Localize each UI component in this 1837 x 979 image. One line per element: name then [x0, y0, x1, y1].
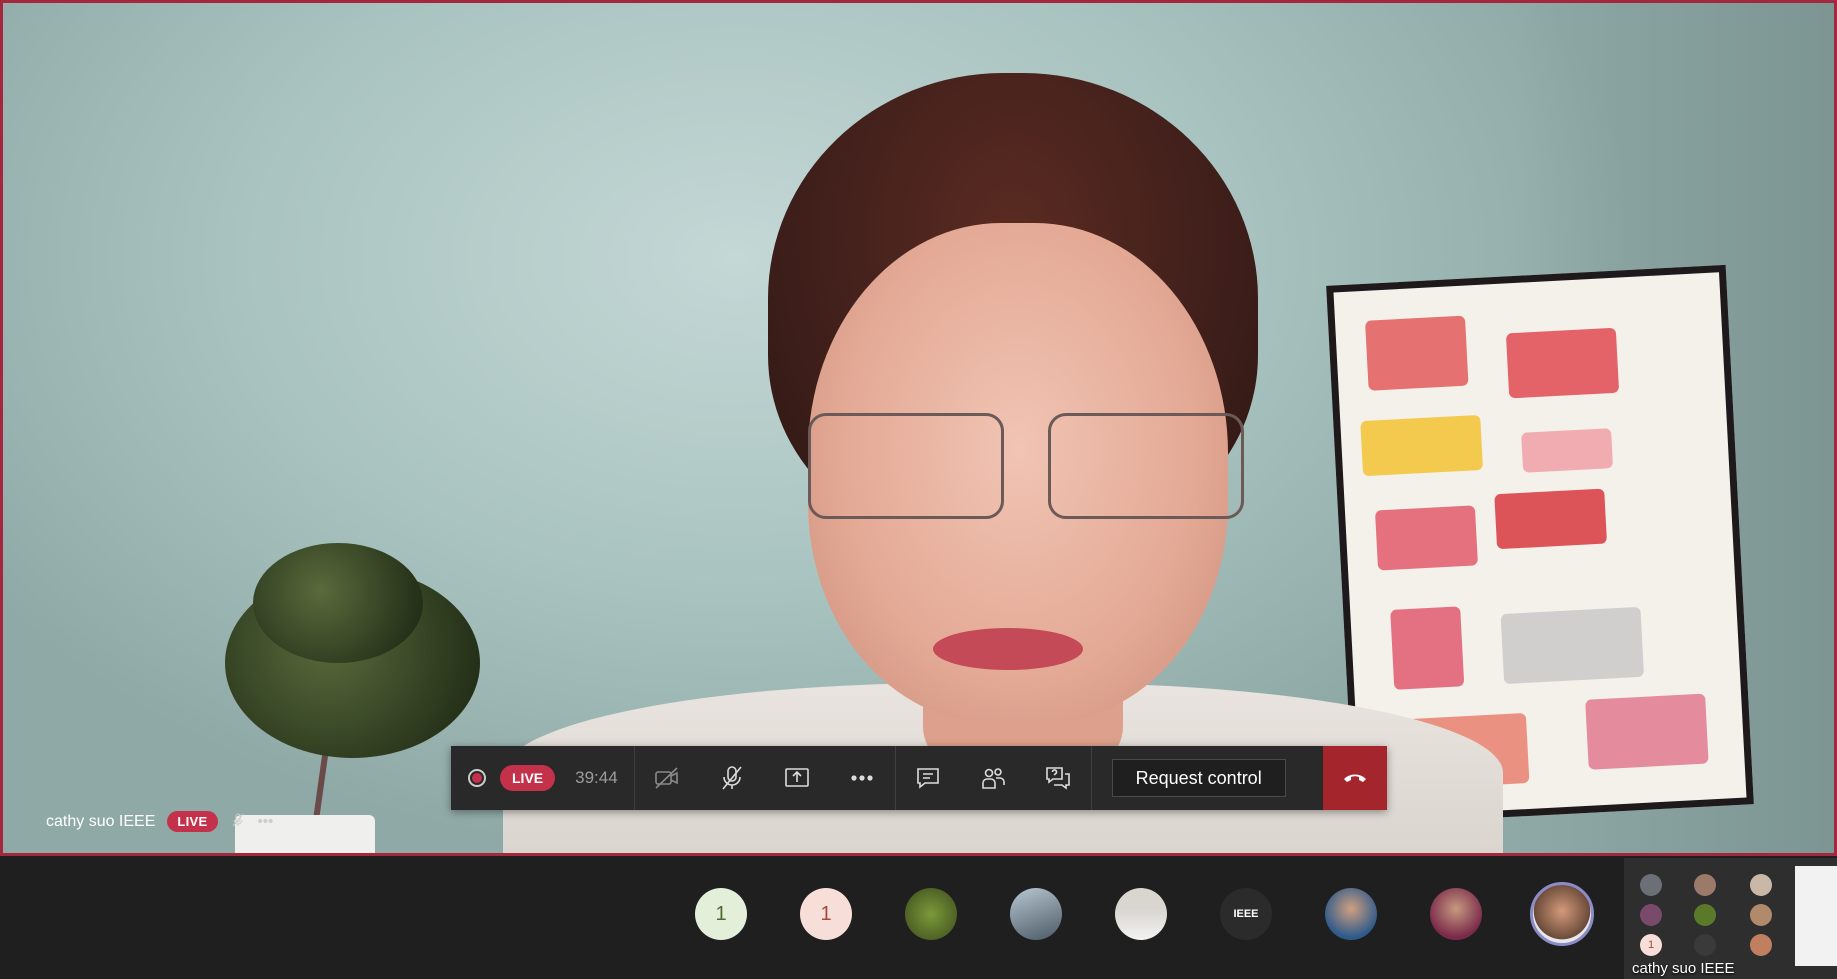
hang-up-icon — [1344, 774, 1366, 782]
speaker-name: cathy suo IEEE — [46, 812, 156, 830]
meeting-control-bar: LIVE 39:44 Request control — [451, 746, 1387, 810]
mic-off-icon — [230, 812, 246, 832]
divider — [1090, 746, 1092, 810]
qa-button[interactable] — [1026, 746, 1091, 810]
participant-avatar[interactable] — [1115, 888, 1167, 940]
elapsed-time: 39:44 — [575, 768, 618, 787]
more-icon[interactable]: ••• — [258, 813, 274, 830]
participant-count-avatar[interactable]: 1 — [695, 888, 747, 940]
participant-avatar-ieee[interactable]: IEEE — [1220, 888, 1272, 940]
participants-button[interactable] — [961, 746, 1026, 810]
camera-off-button[interactable] — [635, 746, 700, 810]
preview-gallery: 1 — [1632, 868, 1792, 963]
mic-off-button[interactable] — [700, 746, 765, 810]
share-screen-icon — [785, 768, 809, 787]
live-indicator: LIVE — [500, 765, 556, 791]
self-preview-window[interactable]: 1 cathy suo IEEE — [1624, 858, 1837, 979]
participant-avatar-active[interactable] — [1530, 882, 1594, 946]
preview-name: cathy suo IEEE — [1632, 960, 1735, 977]
speaker-name-tag: cathy suo IEEE LIVE ••• — [46, 811, 273, 832]
participant-avatar[interactable] — [1325, 888, 1377, 940]
collab-controls — [896, 746, 1091, 810]
person-lips — [933, 628, 1083, 670]
main-video[interactable]: cathy suo IEEE LIVE ••• — [0, 0, 1837, 856]
glasses-left — [808, 413, 1004, 519]
qa-icon — [1046, 767, 1070, 790]
recording-group: LIVE 39:44 — [451, 746, 634, 810]
chat-button[interactable] — [896, 746, 961, 810]
media-controls — [635, 746, 895, 810]
participant-avatar[interactable] — [1430, 888, 1482, 940]
glasses-right — [1048, 413, 1244, 519]
hang-up-button[interactable] — [1323, 746, 1387, 810]
preview-side-panel — [1795, 866, 1837, 966]
participant-avatar[interactable] — [905, 888, 957, 940]
camera-off-icon — [655, 767, 678, 789]
avatar-label: 1 — [820, 902, 832, 925]
participant-count-avatar[interactable]: 1 — [800, 888, 852, 940]
participants-icon — [982, 768, 1005, 789]
ieee-logo: IEEE — [1233, 908, 1259, 920]
record-icon — [468, 769, 486, 787]
participant-strip: 1 1 IEEE — [0, 856, 1837, 979]
more-options-icon — [851, 775, 873, 781]
share-screen-button[interactable] — [765, 746, 830, 810]
preview-count: 1 — [1640, 934, 1662, 956]
mic-off-icon — [722, 766, 742, 790]
more-options-button[interactable] — [830, 746, 895, 810]
request-control-button[interactable]: Request control — [1111, 759, 1286, 797]
live-badge: LIVE — [167, 811, 218, 832]
plant-top — [253, 543, 423, 663]
chat-icon — [917, 768, 939, 789]
avatar-label: 1 — [715, 902, 727, 925]
participant-avatar[interactable] — [1010, 888, 1062, 940]
